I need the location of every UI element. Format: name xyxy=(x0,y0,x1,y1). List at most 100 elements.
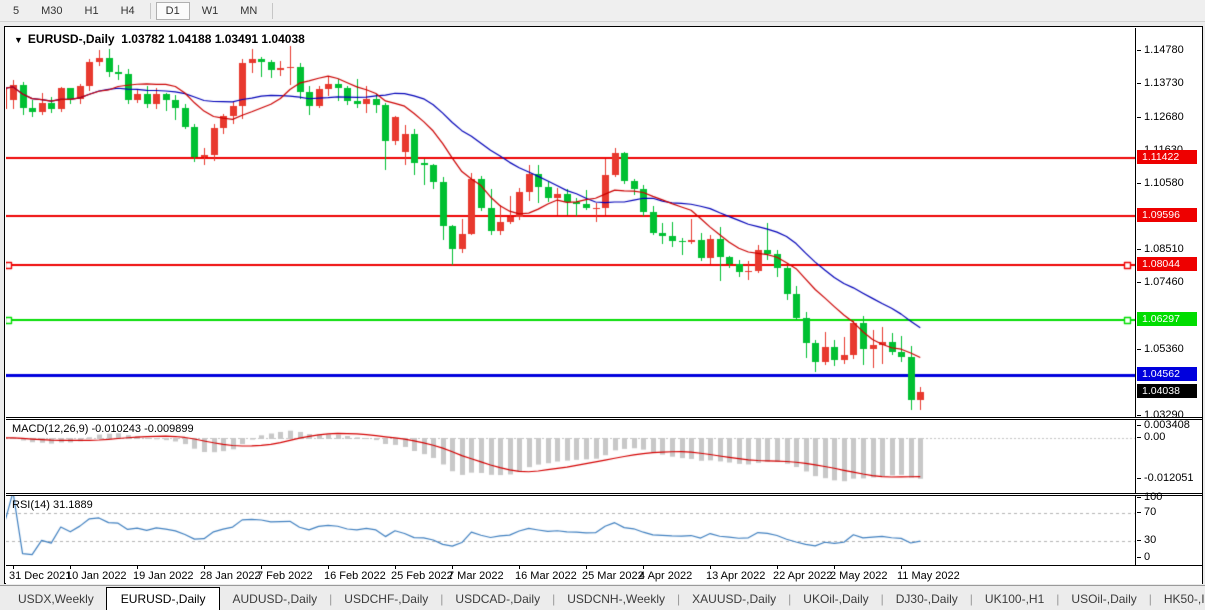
date-axis-label: 10 Jan 2022 xyxy=(66,570,127,582)
price-axis-tick-label: 0.00 xyxy=(1144,431,1165,443)
date-tick-mark xyxy=(70,566,71,569)
timeframe-button-m30[interactable]: M30 xyxy=(31,2,72,20)
symbol-tab-usdx-weekly[interactable]: USDX,Weekly xyxy=(6,588,106,610)
pane-separator-macd[interactable] xyxy=(6,417,1202,420)
timeframe-button-h1[interactable]: H1 xyxy=(75,2,109,20)
hline-price-tag: 1.04562 xyxy=(1137,367,1197,381)
date-axis-label: 31 Dec 2021 xyxy=(9,570,71,582)
date-axis-label: 7 Mar 2022 xyxy=(448,570,504,582)
date-tick-mark xyxy=(137,566,138,569)
symbol-dropdown-icon[interactable]: ▼ xyxy=(14,35,23,45)
chart-title: ▼ EURUSD-,Daily 1.03782 1.04188 1.03491 1… xyxy=(14,32,305,46)
symbol-tab-audusd-daily[interactable]: AUDUSD-,Daily xyxy=(220,588,329,610)
date-axis-label: 4 Apr 2022 xyxy=(639,570,692,582)
price-chart-canvas[interactable] xyxy=(6,28,1135,417)
date-tick-mark xyxy=(452,566,453,569)
date-tick-mark xyxy=(710,566,711,569)
price-axis-tick-label: 1.07460 xyxy=(1144,276,1184,288)
price-axis-tick-label: 70 xyxy=(1144,506,1156,518)
price-axis-tick-label: 100 xyxy=(1144,491,1162,503)
axis-tick-mark xyxy=(1137,117,1141,118)
date-axis[interactable]: 31 Dec 202110 Jan 2022 19 Jan 2022 28 Jan … xyxy=(6,566,1202,584)
symbol-tab-usoil-daily[interactable]: USOil-,Daily xyxy=(1059,588,1148,610)
axis-tick-mark xyxy=(1137,83,1141,84)
date-tick-mark xyxy=(204,566,205,569)
date-axis-label: 11 May 2022 xyxy=(897,570,960,582)
timeframe-button-w1[interactable]: W1 xyxy=(192,2,229,20)
axis-tick-mark xyxy=(1137,249,1141,250)
date-tick-mark xyxy=(586,566,587,569)
date-axis-label: 28 Jan 2022 xyxy=(200,570,261,582)
price-axis-tick-label: 1.14780 xyxy=(1144,44,1184,56)
symbol-tab-eurusd-daily[interactable]: EURUSD-,Daily xyxy=(106,587,221,610)
price-axis-tick-label: 1.10580 xyxy=(1144,177,1184,189)
axis-tick-mark xyxy=(1137,540,1141,541)
price-axis-tick-label: -0.012051 xyxy=(1144,472,1194,484)
timeframe-button-mn[interactable]: MN xyxy=(230,2,267,20)
symbol-tabbar: USDX,WeeklyEURUSD-,DailyAUDUSD-,Daily|US… xyxy=(0,585,1205,610)
price-axis-tick-label: 1.05360 xyxy=(1144,343,1184,355)
symbol-tab-xauusd-daily[interactable]: XAUUSD-,Daily xyxy=(680,588,788,610)
date-axis-label: 2 May 2022 xyxy=(830,570,887,582)
axis-tick-mark xyxy=(1137,425,1141,426)
date-axis-label: 13 Apr 2022 xyxy=(706,570,765,582)
price-axis-tick-label: 1.08510 xyxy=(1144,243,1184,255)
application-window: 5M30H1H4 D1W1MN ▼ EURUSD-,Daily 1.03782 1.… xyxy=(0,0,1205,610)
price-axis-tick-label: 30 xyxy=(1144,534,1156,546)
symbol-tab-hk50-i[interactable]: HK50-,I xyxy=(1152,588,1205,610)
symbol-tab-usdcnh-weekly[interactable]: USDCNH-,Weekly xyxy=(555,588,677,610)
pane-separator-rsi[interactable] xyxy=(6,493,1202,496)
hline-price-tag: 1.06297 xyxy=(1137,312,1197,326)
date-tick-mark xyxy=(261,566,262,569)
toolbar-divider xyxy=(272,3,273,19)
timeframe-button-5[interactable]: 5 xyxy=(3,2,29,20)
price-axis-divider xyxy=(1135,28,1136,566)
axis-tick-mark xyxy=(1137,50,1141,51)
timeframe-toolbar: 5M30H1H4 D1W1MN xyxy=(0,0,1205,22)
macd-label: MACD(12,26,9) -0.010243 -0.009899 xyxy=(12,423,194,435)
symbol-tab-dj30-daily[interactable]: DJ30-,Daily xyxy=(884,588,970,610)
chart-window: ▼ EURUSD-,Daily 1.03782 1.04188 1.03491 1… xyxy=(4,26,1203,584)
symbol-tab-uk100-h1[interactable]: UK100-,H1 xyxy=(973,588,1056,610)
date-axis-label: 16 Mar 2022 xyxy=(515,570,577,582)
chart-ohlc-values: 1.03782 1.04188 1.03491 1.04038 xyxy=(121,32,305,46)
hline-price-tag: 1.08044 xyxy=(1137,257,1197,271)
date-axis-label: 19 Jan 2022 xyxy=(133,570,194,582)
axis-tick-mark xyxy=(1137,349,1141,350)
macd-name: MACD(12,26,9) xyxy=(12,423,88,435)
symbol-tab-ukoil-daily[interactable]: UKOil-,Daily xyxy=(791,588,880,610)
rsi-value: 31.1889 xyxy=(53,499,93,511)
current-price-tag: 1.04038 xyxy=(1137,384,1197,398)
price-axis-tick-label: 1.13730 xyxy=(1144,77,1184,89)
date-tick-mark xyxy=(13,566,14,569)
date-axis-label: 25 Mar 2022 xyxy=(582,570,644,582)
date-tick-mark xyxy=(395,566,396,569)
date-axis-label: 7 Feb 2022 xyxy=(257,570,313,582)
axis-tick-mark xyxy=(1137,478,1141,479)
date-tick-mark xyxy=(834,566,835,569)
axis-tick-mark xyxy=(1137,512,1141,513)
price-axis-tick-label: 0 xyxy=(1144,551,1150,563)
date-axis-label: 16 Feb 2022 xyxy=(324,570,386,582)
date-axis-label: 25 Feb 2022 xyxy=(391,570,453,582)
axis-tick-mark xyxy=(1137,497,1141,498)
rsi-name: RSI(14) xyxy=(12,499,50,511)
macd-values: -0.010243 -0.009899 xyxy=(91,423,193,435)
axis-tick-mark xyxy=(1137,415,1141,416)
price-axis-tick-label: 1.12680 xyxy=(1144,111,1184,123)
date-tick-mark xyxy=(777,566,778,569)
date-tick-mark xyxy=(901,566,902,569)
symbol-tab-usdchf-daily[interactable]: USDCHF-,Daily xyxy=(332,588,440,610)
rsi-label: RSI(14) 31.1889 xyxy=(12,499,93,511)
axis-tick-mark xyxy=(1137,183,1141,184)
rsi-indicator-canvas[interactable] xyxy=(6,496,1135,565)
timeframe-button-d1[interactable]: D1 xyxy=(156,2,190,20)
date-tick-mark xyxy=(328,566,329,569)
chart-symbol-period: EURUSD-,Daily xyxy=(28,32,115,46)
timeframe-button-h4[interactable]: H4 xyxy=(111,2,145,20)
hline-price-tag: 1.11422 xyxy=(1137,150,1197,164)
price-axis-tick-label: 0.003408 xyxy=(1144,419,1190,431)
symbol-tab-usdcad-daily[interactable]: USDCAD-,Daily xyxy=(443,588,552,610)
axis-tick-mark xyxy=(1137,437,1141,438)
toolbar-divider xyxy=(150,3,151,19)
